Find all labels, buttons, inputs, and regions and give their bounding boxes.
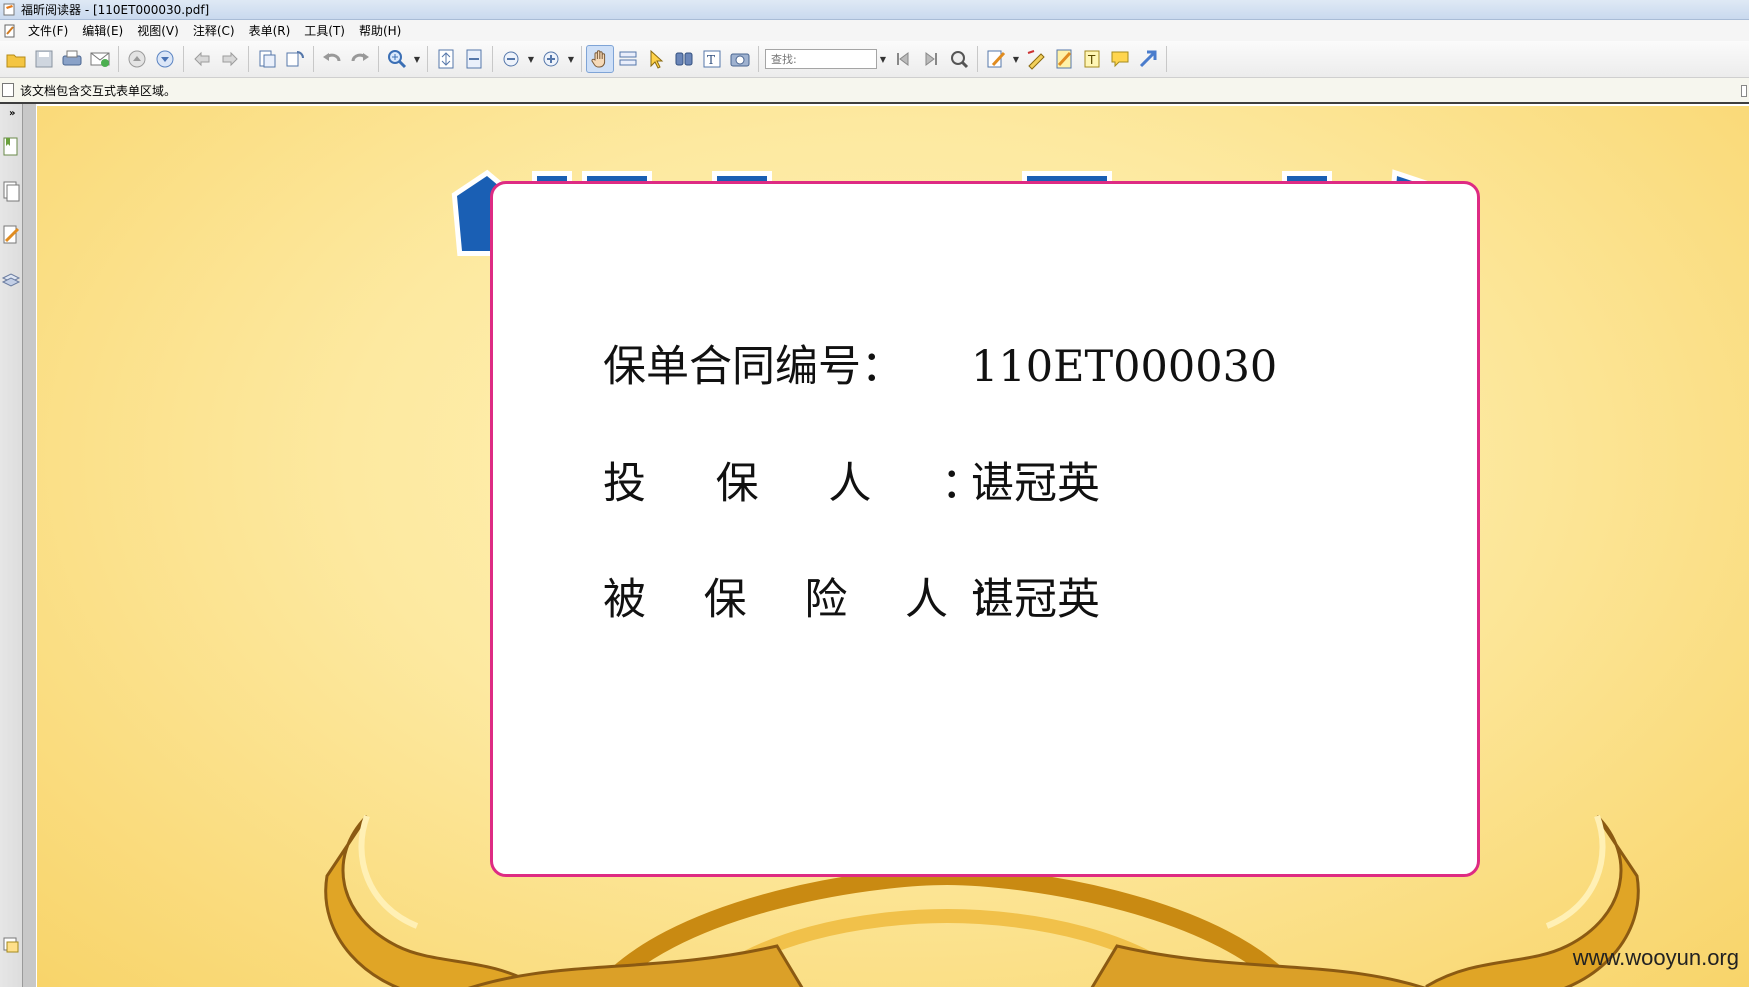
insured-label: 被 保 险 人： [603,575,1036,625]
annotations-icon[interactable] [1,224,21,246]
separator [492,46,493,72]
note-icon[interactable] [1050,45,1078,73]
back-icon[interactable] [188,45,216,73]
document-icon [2,83,14,97]
separator [183,46,184,72]
search-icon[interactable] [945,45,973,73]
highlight-icon[interactable] [1022,45,1050,73]
navigation-panel: » [0,104,36,987]
menu-file[interactable]: 文件(F) [21,22,75,39]
zoom-icon[interactable] [383,45,411,73]
app-icon [3,3,15,16]
last-page-icon[interactable] [917,45,945,73]
print-icon[interactable] [58,45,86,73]
menu-form[interactable]: 表单(R) [242,22,298,39]
toolbar: ▼ ▼ ▼ T ▼ ▼ T [0,41,1749,78]
zoom-in-icon[interactable] [537,45,565,73]
menu-help[interactable]: 帮助(H) [352,22,408,39]
textbox-icon[interactable]: T [1078,45,1106,73]
separator [118,46,119,72]
policyholder-row: 投 保 人 ：谌冠英 [603,449,1100,511]
bookmarks-icon[interactable] [1,136,21,158]
next-page-icon[interactable] [151,45,179,73]
layers-icon[interactable] [1,268,21,290]
email-icon[interactable] [86,45,114,73]
separator [758,46,759,72]
policy-number-label: 保单合同编号： [603,342,904,392]
hand-tool-icon[interactable] [586,45,614,73]
expand-panel-icon[interactable]: » [9,108,15,119]
typewriter-icon[interactable]: T [698,45,726,73]
form-info-message: 该文档包含交互式表单区域。 [20,83,177,98]
menu-view[interactable]: 视图(V) [130,22,186,39]
rotate-icon[interactable] [281,45,309,73]
policy-info-card: 保单合同编号： 110ET000030 投 保 人 ：谌冠英 被 保 险 人：谌冠… [490,181,1480,877]
pages-icon[interactable] [1,180,21,202]
menu-tools[interactable]: 工具(T) [297,22,352,39]
attachments-icon[interactable] [1,934,21,956]
select-text-icon[interactable] [614,45,642,73]
fit-width-icon[interactable] [460,45,488,73]
svg-text:T: T [1087,53,1096,67]
menu-bar: 文件(F) 编辑(E) 视图(V) 注释(C) 表单(R) 工具(T) 帮助(H… [0,20,1749,41]
search-input[interactable] [765,49,877,69]
form-info-bar: 该文档包含交互式表单区域。 [0,78,1749,104]
pencil-icon[interactable] [982,45,1010,73]
insured-value: 谌冠英 [971,575,1100,625]
open-icon[interactable] [2,45,30,73]
zoom-in-dropdown-icon[interactable]: ▼ [565,45,577,73]
window-title: 福昕阅读器 - [110ET000030.pdf] [21,3,210,17]
separator [378,46,379,72]
doc-menu-icon[interactable] [3,24,17,38]
insured-row: 被 保 险 人：谌冠英 [603,565,1100,627]
forward-icon[interactable] [216,45,244,73]
title-bar: 福昕阅读器 - [110ET000030.pdf] [0,0,1749,20]
redo-icon[interactable] [346,45,374,73]
select-icon[interactable] [642,45,670,73]
separator [427,46,428,72]
first-page-icon[interactable] [889,45,917,73]
snapshot-icon[interactable] [726,45,754,73]
fit-page-icon[interactable] [432,45,460,73]
extract-icon[interactable] [253,45,281,73]
laurel-emblem [467,866,1427,987]
arrow-icon[interactable] [1134,45,1162,73]
separator [248,46,249,72]
save-icon[interactable] [30,45,58,73]
separator [313,46,314,72]
undo-icon[interactable] [318,45,346,73]
find-icon[interactable] [670,45,698,73]
policyholder-value: 谌冠英 [971,459,1100,509]
separator [581,46,582,72]
zoom-out-dropdown-icon[interactable]: ▼ [525,45,537,73]
infobar-close-icon[interactable] [1741,85,1747,97]
document-view[interactable]: 保单合同编号： 110ET000030 投 保 人 ：谌冠英 被 保 险 人：谌冠… [37,106,1749,987]
separator [977,46,978,72]
menu-edit[interactable]: 编辑(E) [75,22,130,39]
policy-number-row: 保单合同编号： 110ET000030 [603,332,1277,394]
policyholder-label: 投 保 人 ： [603,459,1013,509]
prev-page-icon[interactable] [123,45,151,73]
zoom-out-icon[interactable] [497,45,525,73]
policy-number-value: 110ET000030 [971,342,1278,392]
search-dropdown-icon[interactable]: ▼ [877,45,889,73]
svg-text:T: T [707,53,715,67]
menu-comment[interactable]: 注释(C) [186,22,242,39]
panel-divider[interactable] [22,104,36,987]
zoom-dropdown-icon[interactable]: ▼ [411,45,423,73]
separator [1166,46,1167,72]
comment-icon[interactable] [1106,45,1134,73]
pencil-dropdown-icon[interactable]: ▼ [1010,45,1022,73]
watermark: www.wooyun.org [1572,945,1739,970]
